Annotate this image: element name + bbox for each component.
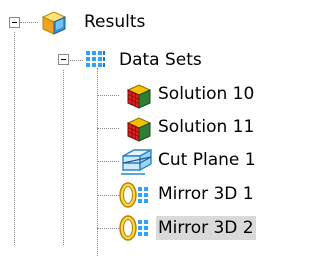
tree-guide-line [97,161,119,162]
tree-item-solution-10-label[interactable]: Solution 10 [158,82,254,106]
cut-plane-icon [121,148,152,175]
model-tree: Results Data Sets Solution 10 Solution 1… [0,0,266,256]
tree-guide-line [97,95,119,96]
results-cube-icon [41,11,67,35]
solution-cube-icon [126,84,152,109]
tree-item-mirror-3d-1-label[interactable]: Mirror 3D 1 [158,182,254,206]
data-sets-grid-icon [86,51,105,67]
tree-guide-line [14,32,15,245]
tree-guide-line [20,22,38,23]
mirror-3d-icon [119,182,148,208]
tree-item-data-sets-label[interactable]: Data Sets [119,48,202,72]
tree-item-results-label[interactable]: Results [84,10,145,34]
collapse-results-button[interactable] [9,17,20,28]
mirror-3d-icon [119,215,148,241]
tree-item-mirror-3d-2-label[interactable]: Mirror 3D 2 [156,216,256,240]
collapse-data-sets-button[interactable] [58,54,69,65]
tree-guide-line [63,70,64,245]
tree-guide-line [97,195,119,196]
tree-guide-line [97,228,119,229]
tree-item-cut-plane-1-label[interactable]: Cut Plane 1 [158,148,256,172]
tree-item-solution-11-label[interactable]: Solution 11 [158,115,254,139]
tree-guide-line [97,128,119,129]
solution-cube-icon [126,117,152,142]
